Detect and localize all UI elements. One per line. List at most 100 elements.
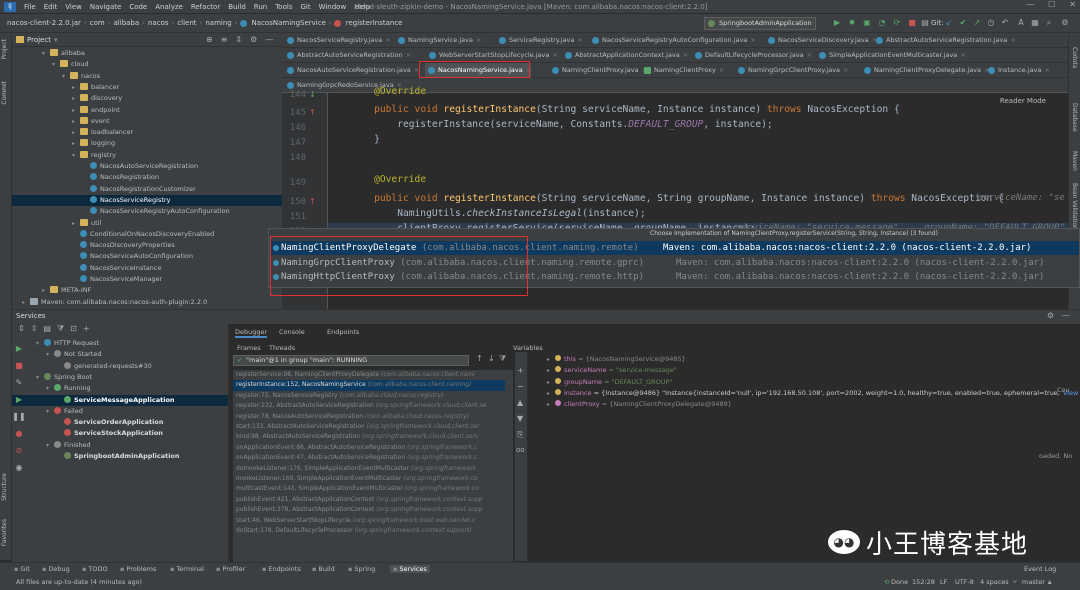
git-push-icon[interactable]: ↗ bbox=[972, 18, 982, 28]
editor-tab[interactable]: ServiceRegistry.java × bbox=[496, 33, 583, 48]
breadcrumb-item[interactable]: nacos-client-2.2.0.jar bbox=[4, 19, 84, 27]
menu-item-run[interactable]: Run bbox=[250, 3, 271, 11]
menu-item-analyze[interactable]: Analyze bbox=[151, 3, 187, 11]
stack-frame[interactable]: registerInstance:152, NacosNamingService… bbox=[233, 380, 505, 391]
editor-tab[interactable]: NacosAutoServiceRegistration.java × bbox=[284, 63, 419, 78]
chevron-down-icon[interactable]: ▾ bbox=[46, 349, 54, 360]
bottom-tool-tab[interactable]: ▪ TODO bbox=[82, 565, 108, 573]
breadcrumb-item[interactable]: com bbox=[87, 19, 108, 27]
close-icon[interactable]: × bbox=[577, 36, 582, 44]
project-tree-item[interactable]: NacosServiceManager bbox=[12, 274, 282, 285]
maximize-icon[interactable]: ☐ bbox=[1048, 0, 1055, 9]
add-service-icon[interactable]: + bbox=[83, 324, 90, 336]
settings-icon[interactable]: ⚙ bbox=[1060, 18, 1070, 28]
project-tree-item[interactable]: NacosRegistrationCustomizer bbox=[12, 184, 282, 195]
maven-tool-tab[interactable]: Maven bbox=[1071, 151, 1078, 171]
project-tree-item[interactable]: NacosAutoServiceRegistration bbox=[12, 161, 282, 172]
chevron-down-icon[interactable]: ▾ bbox=[36, 372, 44, 383]
run-config-select[interactable]: SpringbootAdminApplication bbox=[704, 17, 816, 30]
chevron-down-icon[interactable]: ▾ bbox=[46, 383, 54, 394]
project-tree-item[interactable]: ▸ Maven: com.alibaba.nacos:nacos-auth-plu… bbox=[12, 297, 282, 308]
breadcrumb-item[interactable]: naming bbox=[202, 19, 234, 27]
expand-all-icon[interactable]: ⇕ bbox=[18, 324, 25, 336]
editor-tab[interactable]: NamingClientProxy.java× bbox=[549, 63, 647, 78]
new-window-icon[interactable]: ⊡ bbox=[70, 324, 77, 336]
stack-frame[interactable]: start:46, WebServerStartStopLifecycle (o… bbox=[233, 516, 505, 526]
editor-tab[interactable]: NamingClientProxyDelegate.java × bbox=[861, 63, 989, 78]
breadcrumb-item[interactable]: NacosNamingService bbox=[249, 19, 329, 27]
variable-row[interactable]: ▸ instance = {Instance@9486} "Instance{in… bbox=[547, 388, 1078, 399]
bottom-tool-tab[interactable]: ▪ Problems bbox=[120, 565, 156, 573]
close-icon[interactable]: × bbox=[960, 51, 965, 59]
stack-frame[interactable]: publishEvent:421, AbstractApplicationCon… bbox=[233, 495, 505, 505]
commit-tool-tab[interactable]: Commit bbox=[1, 81, 8, 105]
menu-item-code[interactable]: Code bbox=[125, 3, 151, 11]
bottom-tool-tab[interactable]: ▪ Git bbox=[14, 565, 30, 573]
project-tree-item[interactable]: ▾ nacos bbox=[12, 71, 282, 82]
breadcrumb-item[interactable]: registerInstance bbox=[343, 19, 406, 27]
filter-icon[interactable]: ⧩ bbox=[57, 324, 64, 336]
add-watch-icon[interactable]: + bbox=[517, 366, 524, 375]
close-icon[interactable]: × bbox=[750, 36, 755, 44]
structure-tool-tab[interactable]: Structure bbox=[1, 473, 8, 501]
chevron-down-icon[interactable]: ▾ bbox=[36, 338, 44, 349]
menu-item-git[interactable]: Git bbox=[296, 3, 314, 11]
stack-frame[interactable]: registerService:98, NamingClientProxyDel… bbox=[233, 370, 505, 380]
rollback-icon[interactable]: ↶ bbox=[1000, 18, 1010, 28]
close-icon[interactable]: × bbox=[1044, 66, 1049, 74]
project-tool-tab[interactable]: Project bbox=[1, 39, 8, 60]
bottom-tool-tab[interactable]: ▪ Profiler bbox=[216, 565, 245, 573]
project-tree-item[interactable]: NacosServiceRegistryAutoConfiguration bbox=[12, 206, 282, 217]
project-tree-item[interactable]: ▾ registry bbox=[12, 150, 282, 161]
chevron-right-icon[interactable]: ▸ bbox=[72, 105, 80, 116]
close-icon[interactable]: × bbox=[1010, 36, 1015, 44]
down-icon[interactable]: ↓ bbox=[488, 354, 495, 363]
stack-frame[interactable]: doStart:178, DefaultLifecycleProcessor (… bbox=[233, 526, 505, 536]
run-icon[interactable]: ▶ bbox=[16, 344, 22, 353]
stop-icon[interactable]: ■ bbox=[907, 18, 917, 28]
service-tree-item[interactable]: ▾ Spring Boot bbox=[12, 372, 228, 383]
menu-item-build[interactable]: Build bbox=[224, 3, 250, 11]
breadcrumb-item[interactable]: alibaba bbox=[111, 19, 143, 27]
frames-tab[interactable]: Frames bbox=[237, 344, 261, 352]
chevron-down-icon[interactable]: ▾ bbox=[46, 406, 54, 417]
expand-icon[interactable]: ⇕ bbox=[235, 35, 242, 44]
service-tree-item[interactable]: ServiceOrderApplication bbox=[12, 417, 228, 428]
service-tree-item[interactable]: ServiceStockApplication bbox=[12, 428, 228, 439]
debug-icon[interactable]: ✹ bbox=[847, 18, 857, 28]
service-tree-item[interactable]: generated-requests#30 bbox=[12, 361, 228, 372]
chevron-right-icon[interactable]: ▸ bbox=[72, 127, 80, 138]
project-tree-item[interactable]: ConditionalOnNacosDiscoveryEnabled bbox=[12, 229, 282, 240]
bean-validation-tool-tab[interactable]: Bean Validation bbox=[1071, 183, 1078, 230]
menu-item-file[interactable]: File bbox=[20, 3, 40, 11]
group-icon[interactable]: ▤ bbox=[43, 324, 51, 336]
project-tree-item[interactable]: NacosRegistration bbox=[12, 172, 282, 183]
close-icon[interactable]: × bbox=[406, 51, 411, 59]
chevron-right-icon[interactable]: ▸ bbox=[72, 93, 80, 104]
bottom-tool-tab[interactable]: ▪ Spring bbox=[348, 565, 375, 573]
search-icon[interactable]: ⌕ bbox=[1044, 18, 1054, 28]
stack-frame[interactable]: register:232, AbstractAutoServiceRegistr… bbox=[233, 401, 505, 411]
chevron-right-icon[interactable]: ▸ bbox=[72, 218, 80, 229]
menu-item-view[interactable]: View bbox=[61, 3, 86, 11]
editor-tab[interactable]: SimpleApplicationEventMulticaster.java × bbox=[816, 48, 966, 63]
project-tree-item[interactable]: NacosDiscoveryProperties bbox=[12, 240, 282, 251]
service-tree-item[interactable]: SpringbootAdminApplication bbox=[12, 451, 228, 462]
editor-tab[interactable]: NamingGrpcClientProxy.java × bbox=[735, 63, 848, 78]
chevron-right-icon[interactable]: ▸ bbox=[547, 354, 555, 365]
breadcrumb-item[interactable]: client bbox=[174, 19, 199, 27]
breadcrumb-item[interactable]: nacos bbox=[145, 19, 172, 27]
bottom-tool-tab[interactable]: ▪ Endpoints bbox=[262, 565, 301, 573]
menu-item-navigate[interactable]: Navigate bbox=[86, 3, 125, 11]
indent-setting[interactable]: 4 spaces bbox=[980, 578, 1009, 586]
structure-icon[interactable]: ▦ bbox=[1030, 18, 1040, 28]
stack-frame[interactable]: register:78, NacosAutoServiceRegistratio… bbox=[233, 412, 505, 422]
project-tree-item[interactable]: NacosServiceAutoConfiguration bbox=[12, 251, 282, 262]
variable-row[interactable]: ▸ serviceName = "service-message" bbox=[547, 365, 677, 376]
stack-frame[interactable]: onApplicationEvent:86, AbstractAutoServi… bbox=[233, 443, 505, 453]
stack-frame[interactable]: doInvokeListener:176, SimpleApplicationE… bbox=[233, 464, 505, 474]
hide-icon[interactable]: — bbox=[1062, 311, 1070, 320]
menu-item-window[interactable]: Window bbox=[315, 3, 351, 11]
project-tree-item[interactable]: NacosServiceInstance bbox=[12, 263, 282, 274]
chevron-down-icon[interactable]: ▾ bbox=[72, 150, 80, 161]
